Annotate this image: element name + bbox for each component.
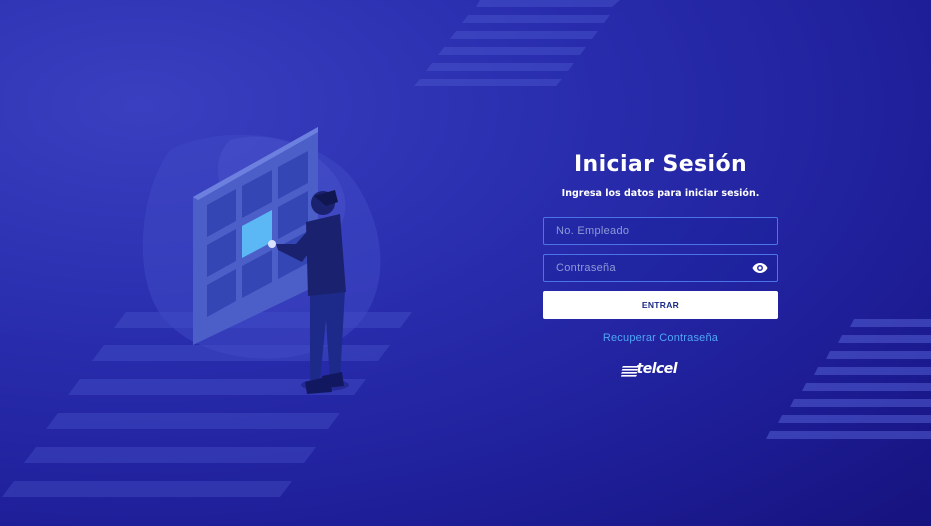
brand-name: telcel xyxy=(636,361,678,377)
eye-icon[interactable] xyxy=(752,262,768,274)
isometric-touchscreen-illustration xyxy=(142,127,381,394)
login-submit-button[interactable]: ENTRAR xyxy=(543,291,778,319)
telcel-logo: telcel xyxy=(620,360,701,382)
employee-number-field xyxy=(543,217,778,245)
page-title: Iniciar Sesión xyxy=(573,152,748,177)
employee-number-input[interactable] xyxy=(544,218,777,244)
recover-password-link[interactable]: Recuperar Contraseña xyxy=(543,330,778,346)
login-subtitle: Ingresa los datos para iniciar sesión. xyxy=(561,188,760,199)
password-input[interactable] xyxy=(544,255,777,281)
login-panel: Iniciar Sesión Ingresa los datos para in… xyxy=(543,150,778,382)
password-field xyxy=(543,254,778,282)
